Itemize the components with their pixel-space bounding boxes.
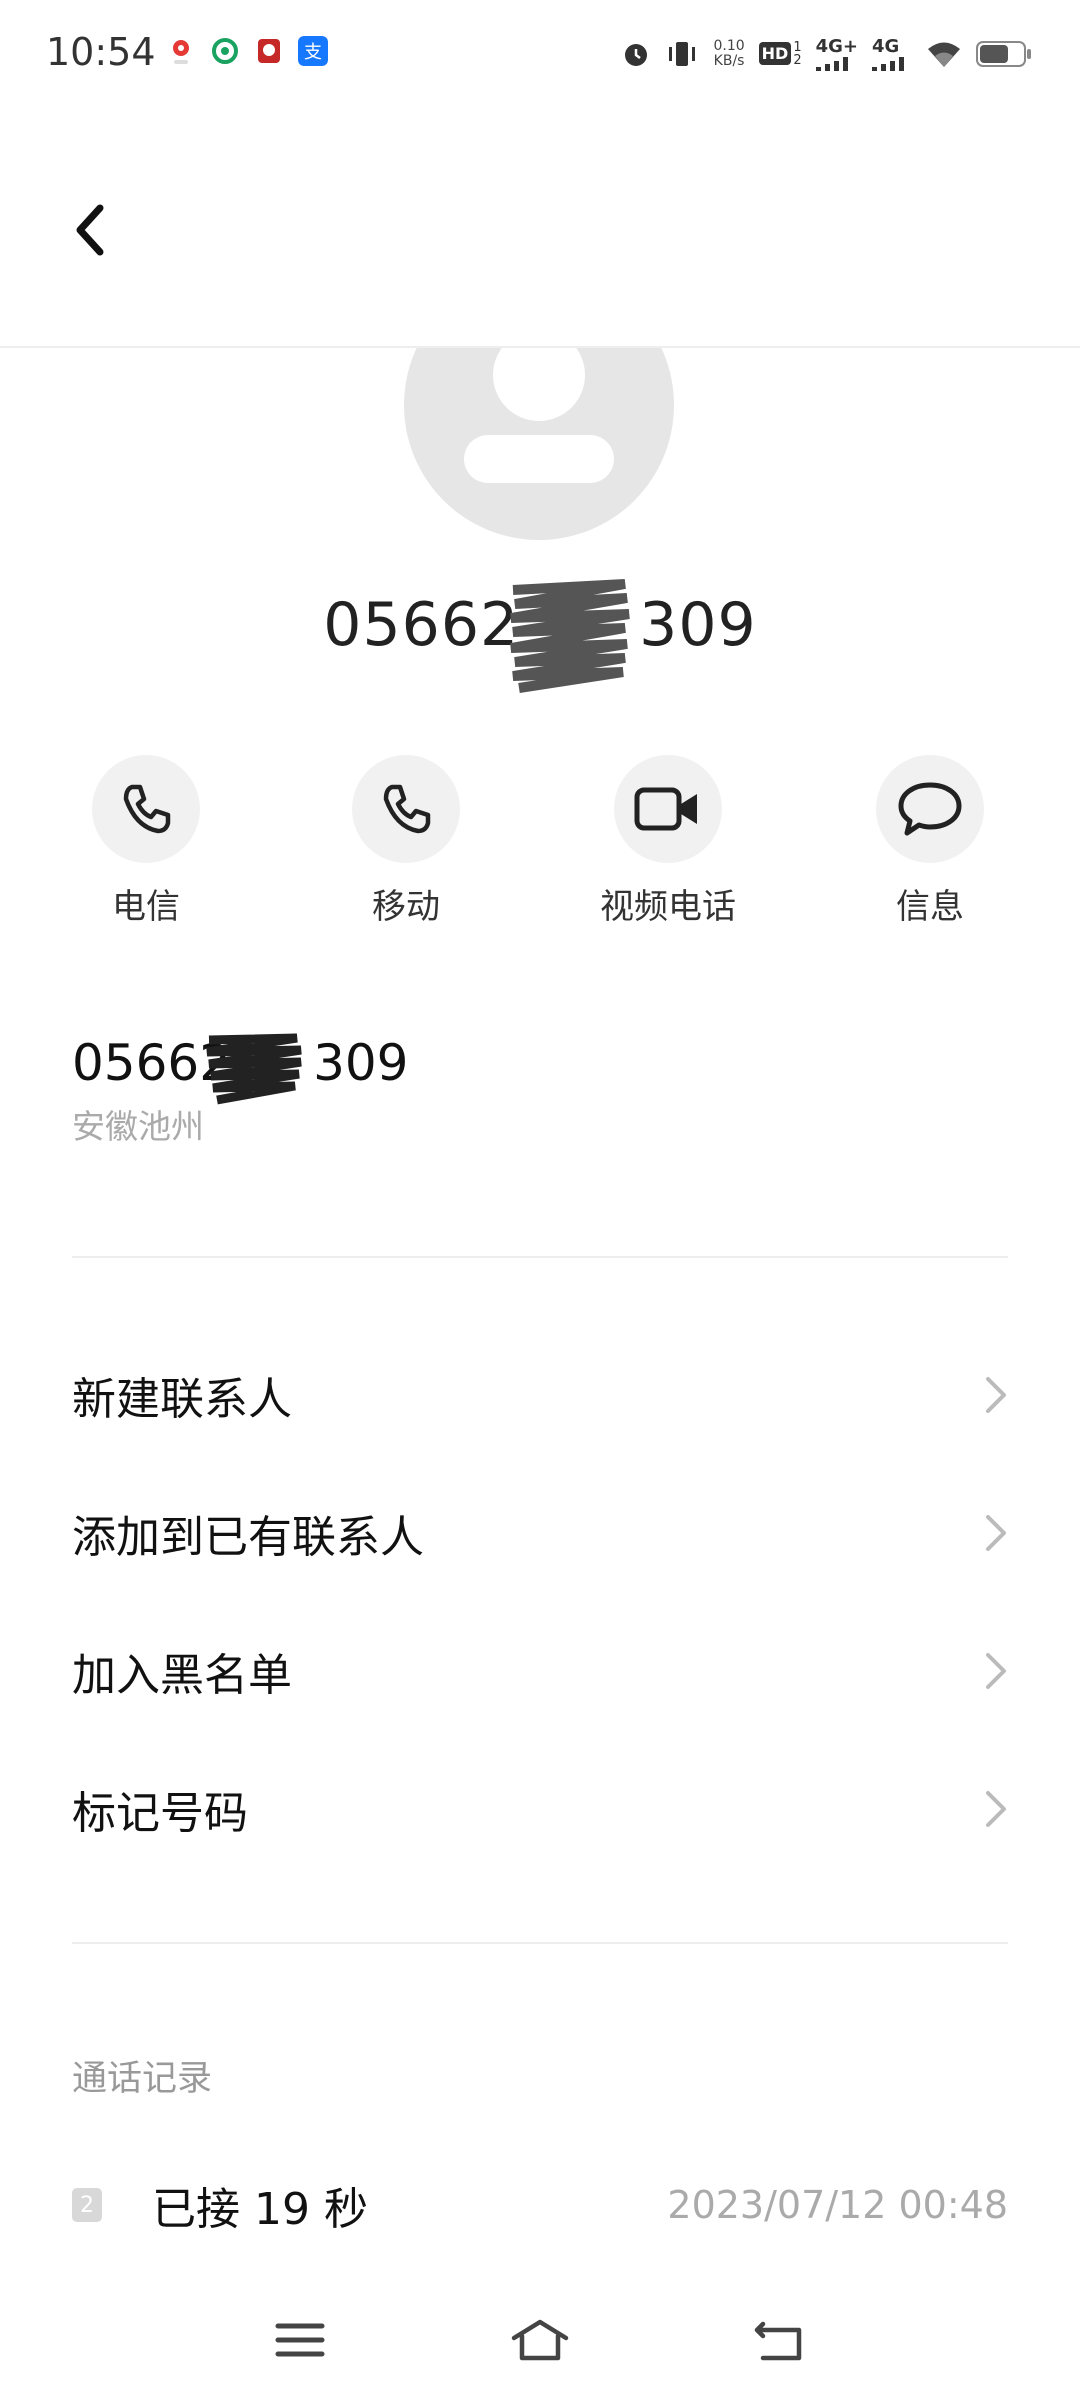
back-button[interactable]: [50, 190, 130, 270]
person-icon: [464, 348, 614, 483]
action-call-telecom[interactable]: 电信: [46, 755, 246, 928]
hd-sim2: 2: [793, 52, 802, 68]
menu-new-contact[interactable]: 新建联系人: [0, 1326, 1080, 1464]
chevron-right-icon: [986, 1791, 1006, 1827]
number-prefix: 05662: [323, 590, 520, 660]
call-timestamp: 2023/07/12 00:48: [667, 2183, 1008, 2227]
video-camera-icon: [634, 787, 697, 831]
net-type-sim2: 4G: [872, 36, 900, 57]
menu-label: 加入黑名单: [72, 1650, 292, 1701]
action-circle: [876, 755, 984, 863]
notification-icons: 支: [166, 36, 328, 66]
chevron-right-icon: [986, 1377, 1006, 1413]
signal-bars-icon: [815, 57, 848, 71]
home-icon: [511, 2319, 569, 2361]
call-description: 已接 19 秒: [152, 2184, 368, 2235]
sim-card-icon: 2: [72, 2188, 102, 2222]
maps-app-icon: [173, 40, 189, 64]
action-circle: [614, 755, 722, 863]
menu-icon: [275, 2323, 325, 2357]
redaction-scribble: [206, 1033, 302, 1105]
chevron-right-icon: [986, 1653, 1006, 1689]
menu-blacklist[interactable]: 加入黑名单: [0, 1602, 1080, 1740]
signal-sim2: 4G: [872, 36, 912, 71]
number-suffix: 309: [639, 590, 757, 660]
svg-text:支: 支: [304, 42, 322, 63]
message-icon: [898, 782, 962, 836]
nav-home-button[interactable]: [488, 2300, 592, 2380]
action-call-mobile[interactable]: 移动: [306, 755, 506, 928]
status-bar: 10:54 支 0.10 KB/s HD 1 2 4G+ 4G: [0, 0, 1080, 110]
system-nav-bar: [0, 2280, 1080, 2400]
status-time: 10:54: [46, 30, 156, 74]
network-speed-value: 0.10: [713, 37, 745, 54]
action-label: 移动: [372, 887, 440, 927]
avatar: [404, 348, 674, 540]
net-type-sim1: 4G+: [815, 36, 858, 57]
vibrate-icon: [669, 41, 696, 66]
back-arrow-icon: [754, 2321, 802, 2361]
nav-menu-button[interactable]: [248, 2300, 352, 2380]
nav-back-button[interactable]: [728, 2300, 832, 2380]
menu-label: 添加到已有联系人: [72, 1512, 424, 1563]
hd-volte-indicator: HD 1 2: [758, 39, 802, 68]
phone-icon: [383, 784, 431, 834]
menu-label: 标记号码: [72, 1788, 248, 1839]
network-speed: 0.10 KB/s: [713, 37, 745, 69]
call-log-title: 通话记录: [72, 2059, 213, 2099]
avatar-area: [0, 348, 1080, 548]
signal-sim1: 4G+: [815, 36, 858, 71]
action-circle: [92, 755, 200, 863]
signal-bars-icon: [872, 57, 904, 71]
divider: [72, 1942, 1008, 1944]
battery-icon: [976, 40, 1031, 67]
system-status-icons: 0.10 KB/s HD 1 2 4G+ 4G: [621, 36, 1032, 71]
mobile-carrier-app-icon: [212, 38, 238, 64]
redaction-scribble: [510, 579, 630, 693]
number-location: 安徽池州: [72, 1107, 204, 1146]
action-video-call[interactable]: 视频电话: [568, 755, 768, 928]
chevron-left-icon: [76, 204, 104, 256]
alarm-icon: [625, 43, 648, 66]
chevron-right-icon: [986, 1515, 1006, 1551]
action-label: 电信: [112, 887, 180, 927]
menu-mark-number[interactable]: 标记号码: [0, 1740, 1080, 1878]
action-circle: [352, 755, 460, 863]
alipay-app-icon: 支: [298, 36, 328, 66]
action-label: 视频电话: [600, 887, 736, 927]
wifi-icon: [928, 42, 960, 67]
menu-label: 新建联系人: [72, 1374, 292, 1425]
sim-badge: 2: [80, 2192, 94, 2218]
hd-label: HD: [758, 42, 792, 65]
hd-sim1: 1: [793, 39, 802, 55]
app-header: [0, 110, 1080, 348]
action-label: 信息: [896, 887, 964, 927]
menu-add-to-existing[interactable]: 添加到已有联系人: [0, 1464, 1080, 1602]
call-log-entry[interactable]: 2 已接 19 秒 2023/07/12 00:48: [72, 2165, 1008, 2245]
kfc-app-icon: [258, 39, 280, 63]
number-detail-suffix: 309: [313, 1034, 409, 1092]
divider: [72, 1256, 1008, 1258]
action-message[interactable]: 信息: [830, 755, 1030, 928]
phone-icon: [123, 784, 171, 834]
network-speed-unit: KB/s: [713, 52, 745, 69]
